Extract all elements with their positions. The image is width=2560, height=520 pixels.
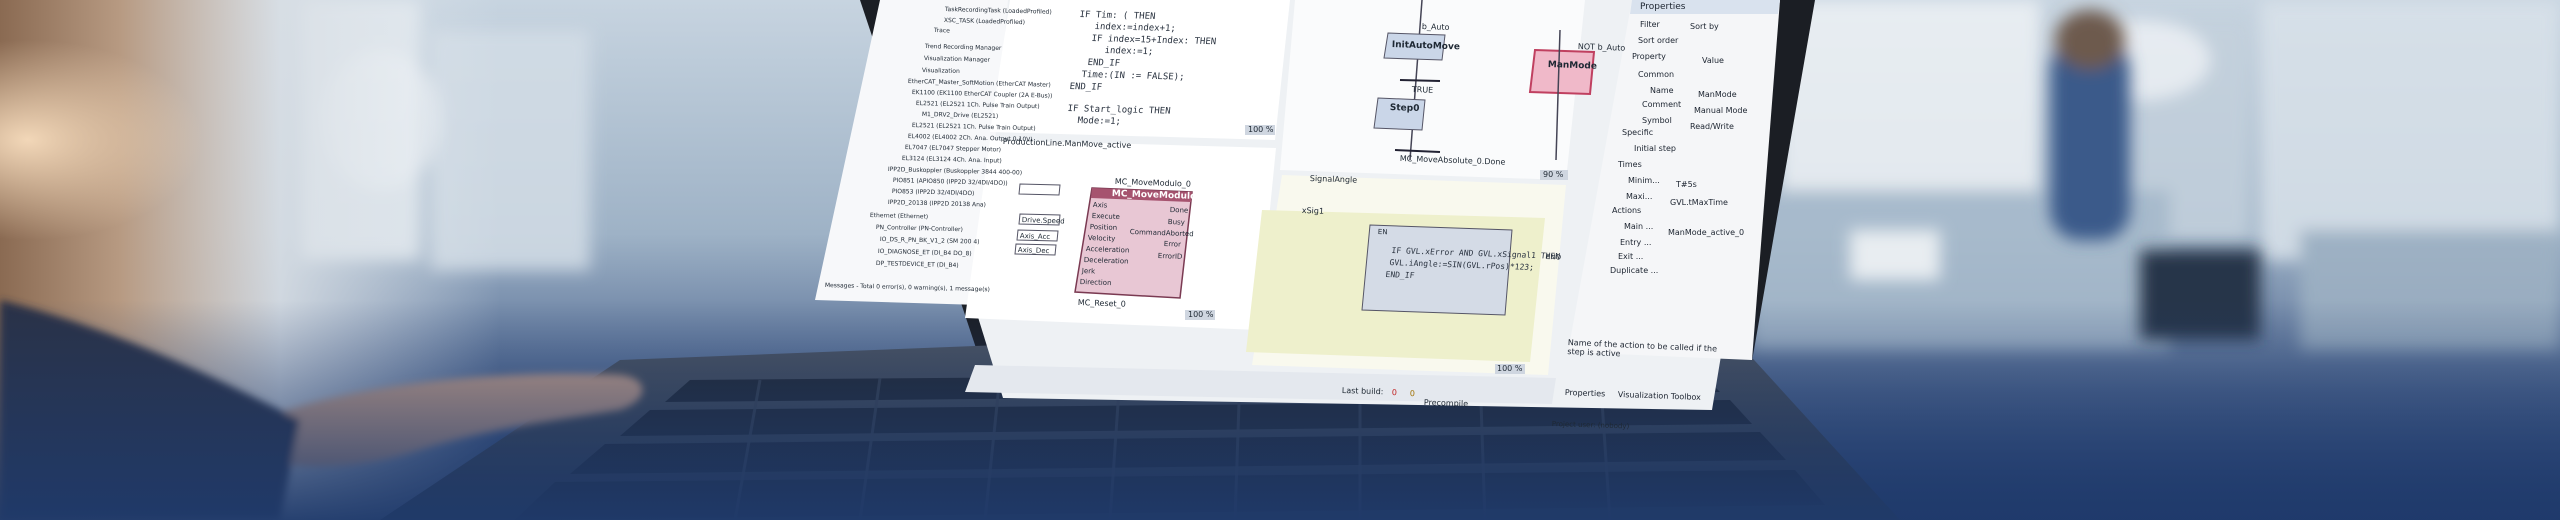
status-errors: 0	[1391, 388, 1398, 398]
sfc-transition-true: TRUE	[1411, 85, 1434, 95]
prop-value[interactable]: Manual Mode	[1694, 106, 1747, 115]
sfc-step-step0-label: Step0	[1389, 103, 1420, 115]
header-property: Property	[1632, 52, 1666, 61]
fb-pin-out: Error	[1163, 240, 1182, 249]
properties-title: Properties	[1640, 2, 1686, 12]
prop-name: Minim...	[1628, 176, 1660, 185]
prop-name: Maxi...	[1626, 192, 1653, 201]
fb-pin-out: ErrorID	[1157, 252, 1183, 261]
sfc-zoom-label[interactable]: 90 %	[1543, 170, 1563, 179]
fbd-input-label: Axis_Acc	[1019, 232, 1051, 242]
background-photo	[0, 0, 2560, 520]
status-warnings: 0	[1409, 389, 1416, 399]
prop-name: Initial step	[1634, 144, 1676, 153]
fb-pin-in: Axis	[1092, 201, 1108, 210]
prop-name: Exit ...	[1618, 252, 1644, 261]
code-line: END_IF	[1087, 58, 1121, 69]
prop-value[interactable]: GVL.tMaxTime	[1670, 198, 1728, 207]
code-line: index:=index+1;	[1094, 22, 1177, 35]
signal-en: EN	[1377, 228, 1388, 237]
fbd-input-label: Drive.Speed	[1021, 216, 1065, 226]
fbd-reset-label: MC_Reset_0	[1077, 298, 1126, 309]
fb-pin-out: Done	[1169, 206, 1189, 215]
code-line: IF Tim: ( THEN	[1079, 10, 1156, 22]
prop-value[interactable]: Read/Write	[1690, 122, 1734, 131]
fb-pin-in: Execute	[1091, 212, 1120, 221]
code-zoom-label[interactable]: 100 %	[1248, 125, 1273, 134]
header-value: Value	[1702, 56, 1724, 65]
group-times[interactable]: Times	[1618, 160, 1642, 169]
prop-name: Comment	[1642, 100, 1682, 109]
signal-code-line: END_IF	[1385, 270, 1415, 280]
code-line: index:=1;	[1104, 46, 1154, 58]
group-actions[interactable]: Actions	[1612, 206, 1641, 215]
photo-scene: IF Tim: ( THEN index:=index+1; IF index=…	[0, 0, 2560, 520]
prop-value[interactable]: ManMode_active_0	[1668, 228, 1744, 237]
signal-contact: xSig1	[1301, 206, 1325, 216]
prop-name: Symbol	[1642, 116, 1672, 125]
group-common[interactable]: Common	[1638, 70, 1674, 79]
fb-pin-in: Position	[1089, 223, 1118, 232]
fbd-input-label: Axis_Dec	[1017, 246, 1050, 256]
sfc-not-auto-label: NOT b_Auto	[1577, 42, 1626, 53]
fb-pin-in: Velocity	[1087, 234, 1116, 243]
sort-order-button[interactable]: Sort order	[1638, 36, 1678, 45]
status-precompile: Precompile	[1423, 398, 1469, 409]
filter-button[interactable]: Filter	[1640, 20, 1660, 29]
fb-pin-in: Direction	[1079, 278, 1112, 288]
prop-name: Main ...	[1624, 222, 1654, 231]
code-line: END_IF	[1069, 82, 1103, 93]
fb-pin-out: Busy	[1167, 218, 1186, 227]
signal-zoom-label[interactable]: 100 %	[1497, 364, 1522, 373]
status-last-build: Last build:	[1341, 386, 1384, 397]
prop-name: Duplicate ...	[1610, 266, 1659, 275]
sfc-manual-step-label: ManMode	[1547, 60, 1598, 72]
code-line: Mode:=1;	[1077, 116, 1122, 128]
sfc-auto-label: b_Auto	[1421, 22, 1450, 32]
prop-name: Entry ...	[1620, 238, 1652, 247]
tree-item[interactable]: Visualization	[922, 67, 960, 75]
prop-name: Name	[1650, 86, 1674, 95]
sort-by-button[interactable]: Sort by	[1690, 22, 1719, 31]
tree-item[interactable]: Ethernet (Ethernet)	[870, 212, 928, 221]
fb-pin-in: Jerk	[1081, 267, 1096, 276]
properties-tab[interactable]: Properties	[1565, 388, 1606, 398]
fbd-zoom-label[interactable]: 100 %	[1188, 310, 1213, 319]
signal-tab[interactable]: SignalAngle	[1310, 174, 1358, 185]
prop-value[interactable]: ManMode	[1698, 90, 1737, 99]
prop-value[interactable]: T#5s	[1676, 180, 1697, 189]
fb-pin-in: Acceleration	[1085, 245, 1130, 255]
tree-item[interactable]: Trace	[934, 27, 950, 34]
fb-pin-in: Deceleration	[1083, 256, 1129, 266]
group-specific[interactable]: Specific	[1622, 128, 1653, 137]
